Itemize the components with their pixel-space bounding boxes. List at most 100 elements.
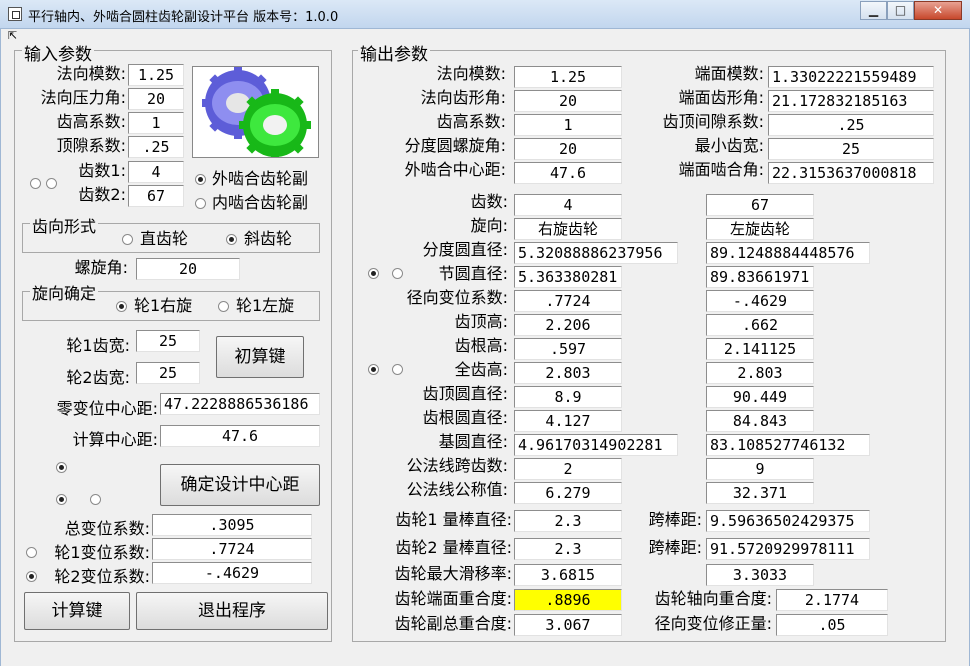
row-pitch-dia-label: 分度圆直径: (422, 240, 508, 259)
row-hand-label: 旋向: (470, 216, 508, 235)
exit-button[interactable]: 退出程序 (136, 592, 328, 630)
total-contact-field[interactable]: 3.067 (514, 614, 622, 636)
row-whole-depth-g1[interactable]: 2.803 (514, 362, 622, 384)
app-icon[interactable] (8, 7, 22, 21)
axial-contact-field[interactable]: 2.1774 (776, 589, 888, 611)
row-span-teeth-g1[interactable]: 2 (514, 458, 622, 480)
gear2-pin-field[interactable]: 2.3 (514, 538, 622, 560)
close-button[interactable]: ✕ (914, 1, 962, 20)
input-teeth1-field[interactable]: 4 (128, 161, 184, 183)
zero-center-label: 零变位中心距: (56, 399, 158, 418)
row-hand-g1[interactable]: 右旋齿轮 (514, 218, 622, 240)
out-helix-angle-field[interactable]: 20 (514, 138, 622, 160)
transverse-contact-field[interactable]: .8896 (514, 589, 622, 611)
row-teeth-g1[interactable]: 4 (514, 194, 622, 216)
right-hand-radio[interactable] (116, 301, 127, 312)
radial-shift-corr-field[interactable]: .05 (776, 614, 888, 636)
input-normal-module-field[interactable]: 1.25 (128, 64, 184, 86)
out-transverse-profile-angle-field[interactable]: 21.172832185163 (768, 90, 934, 112)
initial-calc-button[interactable]: 初算键 (216, 336, 304, 378)
spur-gear-radio[interactable] (122, 234, 133, 245)
row-base-dia-g1[interactable]: 4.96170314902281 (514, 434, 678, 456)
compute-button[interactable]: 计算键 (24, 592, 130, 630)
row-span-length-label: 公法线公称值: (406, 480, 508, 499)
row-root-dia-g1[interactable]: 4.127 (514, 410, 622, 432)
row-addendum-g2[interactable]: .662 (706, 314, 814, 336)
row-pitch-dia-g2[interactable]: 89.1248884448576 (706, 242, 870, 264)
out-min-width-label: 最小齿宽: (694, 136, 764, 155)
minimize-button[interactable]: ▁ (860, 1, 887, 20)
gear1-over-pins-field[interactable]: 9.59636502429375 (706, 510, 870, 532)
row-shift-g1[interactable]: .7724 (514, 290, 622, 312)
input-teeth2-label: 齿数2: (78, 185, 126, 204)
input-pressure-angle-field[interactable]: 20 (128, 88, 184, 110)
teeth-mode-radio-2[interactable] (46, 178, 57, 189)
row-tip-dia-label: 齿顶圆直径: (422, 384, 508, 403)
helical-gear-label: 斜齿轮 (244, 229, 293, 248)
row-span-length-g2[interactable]: 32.371 (706, 482, 814, 504)
out-center-distance-field[interactable]: 47.6 (514, 162, 622, 184)
input-teeth1-label: 齿数1: (78, 161, 126, 180)
out-normal-module-field[interactable]: 1.25 (514, 66, 622, 88)
center-option-radio-3[interactable] (90, 494, 101, 505)
row-base-dia-label: 基圆直径: (438, 432, 508, 451)
helical-gear-radio[interactable] (226, 234, 237, 245)
internal-mesh-radio[interactable] (195, 198, 206, 209)
input-teeth2-field[interactable]: 67 (128, 185, 184, 207)
center-option-radio-1[interactable] (56, 462, 67, 473)
max-slide-label: 齿轮最大滑移率: (394, 564, 512, 583)
input-addendum-coef-field[interactable]: 1 (128, 112, 184, 134)
input-width1-field[interactable]: 25 (136, 330, 200, 352)
row-whole-depth-g2[interactable]: 2.803 (706, 362, 814, 384)
row-working-dia-g1[interactable]: 5.363380281 (514, 266, 622, 288)
out-min-width-field[interactable]: 25 (768, 138, 934, 160)
row-base-dia-g2[interactable]: 83.108527746132 (706, 434, 870, 456)
out-addendum-coef-field[interactable]: 1 (514, 114, 622, 136)
row-shift-g2[interactable]: -.4629 (706, 290, 814, 312)
diameter-mode-radio-1[interactable] (368, 268, 379, 279)
max-slide-g2[interactable]: 3.3033 (706, 564, 814, 586)
input-helix-angle-field[interactable]: 20 (136, 258, 240, 280)
center-option-radio-2[interactable] (56, 494, 67, 505)
row-root-dia-g2[interactable]: 84.843 (706, 410, 814, 432)
max-slide-g1[interactable]: 3.6815 (514, 564, 622, 586)
input-helix-angle-label: 螺旋角: (74, 258, 128, 277)
row-tip-dia-g1[interactable]: 8.9 (514, 386, 622, 408)
zero-center-field[interactable]: 47.2228886536186 (160, 393, 320, 415)
gear1-pin-field[interactable]: 2.3 (514, 510, 622, 532)
input-clearance-coef-field[interactable]: .25 (128, 136, 184, 158)
confirm-center-button[interactable]: 确定设计中心距 (160, 464, 320, 506)
out-transverse-mesh-angle-field[interactable]: 22.3153637000818 (768, 162, 934, 184)
height-mode-radio-1[interactable] (368, 364, 379, 375)
input-width1-label: 轮1齿宽: (66, 336, 130, 355)
row-addendum-g1[interactable]: 2.206 (514, 314, 622, 336)
row-working-dia-g2[interactable]: 89.83661971 (706, 266, 814, 288)
out-tip-clearance-field[interactable]: .25 (768, 114, 934, 136)
calc-center-field[interactable]: 47.6 (160, 425, 320, 447)
row-hand-g2[interactable]: 左旋齿轮 (706, 218, 814, 240)
corner-handle-icon: ⇱ (8, 29, 18, 42)
out-transverse-mesh-angle-label: 端面啮合角: (678, 160, 764, 179)
input-pressure-angle-label: 法向压力角: (40, 88, 126, 107)
out-addendum-coef-label: 齿高系数: (436, 112, 506, 131)
total-shift-field[interactable]: .3095 (152, 514, 312, 536)
out-transverse-module-field[interactable]: 1.33022221559489 (768, 66, 934, 88)
input-width2-field[interactable]: 25 (136, 362, 200, 384)
out-normal-profile-angle-field[interactable]: 20 (514, 90, 622, 112)
row-dedendum-g2[interactable]: 2.141125 (706, 338, 814, 360)
row-span-length-g1[interactable]: 6.279 (514, 482, 622, 504)
row-span-teeth-g2[interactable]: 9 (706, 458, 814, 480)
maximize-button[interactable]: □ (887, 1, 914, 20)
internal-mesh-label: 内啮合齿轮副 (212, 193, 309, 212)
row-dedendum-g1[interactable]: .597 (514, 338, 622, 360)
row-teeth-g2[interactable]: 67 (706, 194, 814, 216)
row-pitch-dia-g1[interactable]: 5.32088886237956 (514, 242, 678, 264)
gear2-over-pins-label: 跨棒距: (648, 538, 702, 557)
shift2-field[interactable]: -.4629 (152, 562, 312, 584)
shift1-field[interactable]: .7724 (152, 538, 312, 560)
row-tip-dia-g2[interactable]: 90.449 (706, 386, 814, 408)
left-hand-radio[interactable] (218, 301, 229, 312)
gear2-over-pins-field[interactable]: 91.5720929978111 (706, 538, 870, 560)
external-mesh-radio[interactable] (195, 174, 206, 185)
teeth-mode-radio-1[interactable] (30, 178, 41, 189)
